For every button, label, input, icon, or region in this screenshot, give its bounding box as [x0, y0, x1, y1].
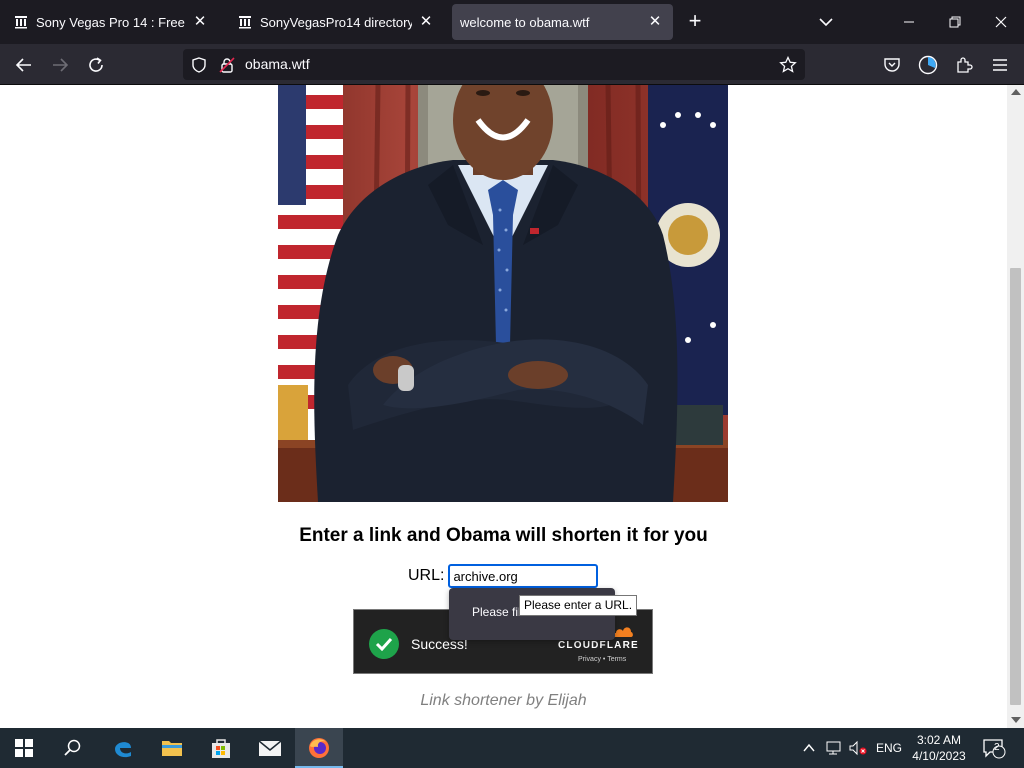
puzzle-piece-icon	[957, 57, 973, 73]
tab-sony-vegas-download[interactable]: Sony Vegas Pro 14 : Free Downlo ✕	[4, 4, 218, 40]
input-tooltip: Please enter a URL.	[519, 595, 638, 616]
firefox-account-icon	[918, 55, 938, 75]
chevron-up-icon	[803, 743, 815, 752]
app-menu-button[interactable]	[987, 52, 1013, 78]
file-explorer-taskbar-button[interactable]	[148, 728, 196, 768]
firefox-taskbar-button[interactable]	[295, 728, 343, 768]
cloudflare-cloud-icon	[613, 627, 633, 637]
scroll-down-arrow-icon[interactable]	[1011, 717, 1021, 723]
privacy-link[interactable]: Privacy	[578, 656, 601, 663]
search-button[interactable]	[48, 728, 96, 768]
action-center-button[interactable]: 2	[982, 728, 1006, 768]
navigation-toolbar: obama.wtf	[0, 44, 1024, 85]
tracking-protection-shield-icon[interactable]	[190, 56, 208, 74]
back-button[interactable]	[11, 52, 37, 78]
reload-icon	[89, 57, 103, 72]
mail-taskbar-button[interactable]	[246, 728, 294, 768]
shorten-form: URL:	[408, 564, 599, 588]
new-tab-button[interactable]: +	[683, 10, 707, 34]
credit-text: Link shortener by Elijah	[420, 692, 587, 709]
page-scrollbar[interactable]	[1007, 85, 1024, 728]
search-icon	[64, 739, 81, 756]
url-input[interactable]	[448, 564, 599, 588]
terms-link[interactable]: Terms	[607, 656, 626, 663]
insecure-lock-icon[interactable]	[218, 56, 236, 74]
tab-obama-wtf[interactable]: welcome to obama.wtf ✕	[452, 4, 673, 40]
pocket-icon	[884, 58, 900, 72]
clock-date: 4/10/2023	[912, 749, 966, 763]
mail-icon	[258, 740, 282, 756]
close-window-button[interactable]	[978, 0, 1024, 44]
back-arrow-icon	[15, 58, 31, 72]
tab-title: Sony Vegas Pro 14 : Free Downlo	[36, 14, 186, 30]
windows-logo-icon	[15, 739, 33, 757]
network-status-button[interactable]	[826, 728, 844, 768]
tab-title: welcome to obama.wtf	[460, 14, 590, 30]
notification-count: 2	[994, 742, 1000, 753]
obama-portrait-image	[278, 85, 728, 502]
list-all-tabs-icon[interactable]	[814, 10, 838, 34]
archive-icon	[15, 16, 27, 29]
scrollbar-thumb[interactable]	[1010, 268, 1021, 705]
reload-button[interactable]	[83, 52, 109, 78]
minimize-button[interactable]	[886, 0, 932, 44]
captcha-links: Privacy • Terms	[578, 656, 626, 663]
link-separator: •	[602, 656, 606, 663]
archive-icon	[239, 16, 251, 29]
store-icon	[212, 739, 230, 758]
clock-time: 3:02 AM	[916, 733, 962, 747]
tab-strip: Sony Vegas Pro 14 : Free Downlo ✕ SonyVe…	[0, 0, 1024, 44]
firefox-icon	[309, 738, 329, 758]
system-clock[interactable]: 3:02 AM 4/10/2023	[906, 732, 972, 764]
bookmark-star-icon[interactable]	[779, 56, 797, 74]
show-hidden-icons-button[interactable]	[801, 728, 817, 768]
success-check-icon	[369, 629, 399, 659]
volume-button[interactable]	[849, 728, 867, 768]
input-language[interactable]: ENG	[876, 728, 902, 768]
edge-icon	[115, 742, 131, 758]
minimize-icon	[904, 21, 914, 23]
pocket-button[interactable]	[879, 52, 905, 78]
cloudflare-logo-text: CLOUDFLARE	[558, 640, 639, 651]
url-text[interactable]: obama.wtf	[245, 56, 310, 72]
account-button[interactable]	[915, 52, 941, 78]
close-tab-icon[interactable]: ✕	[192, 14, 208, 30]
forward-arrow-icon	[53, 58, 69, 72]
url-label: URL:	[408, 567, 445, 584]
address-bar[interactable]: obama.wtf	[183, 49, 805, 80]
restore-icon	[949, 16, 961, 28]
page-content: Enter a link and Obama will shorten it f…	[0, 85, 1007, 728]
extensions-button[interactable]	[951, 52, 977, 78]
page-heading: Enter a link and Obama will shorten it f…	[299, 525, 708, 546]
edge-taskbar-button[interactable]	[99, 728, 147, 768]
restore-button[interactable]	[932, 0, 978, 44]
tab-directory-listing[interactable]: SonyVegasPro14 directory listing ✕	[228, 4, 444, 40]
scroll-up-arrow-icon[interactable]	[1011, 89, 1021, 95]
hamburger-menu-icon	[993, 59, 1007, 71]
close-tab-icon[interactable]: ✕	[647, 14, 663, 30]
network-icon	[826, 741, 841, 755]
store-taskbar-button[interactable]	[197, 728, 245, 768]
windows-taskbar: ENG 3:02 AM 4/10/2023 2	[0, 728, 1024, 768]
volume-muted-icon	[849, 740, 867, 756]
close-icon	[995, 16, 1007, 28]
start-button[interactable]	[0, 728, 48, 768]
close-tab-icon[interactable]: ✕	[418, 14, 434, 30]
tab-title: SonyVegasPro14 directory listing	[260, 14, 412, 30]
file-explorer-icon	[162, 741, 182, 756]
forward-button[interactable]	[47, 52, 73, 78]
